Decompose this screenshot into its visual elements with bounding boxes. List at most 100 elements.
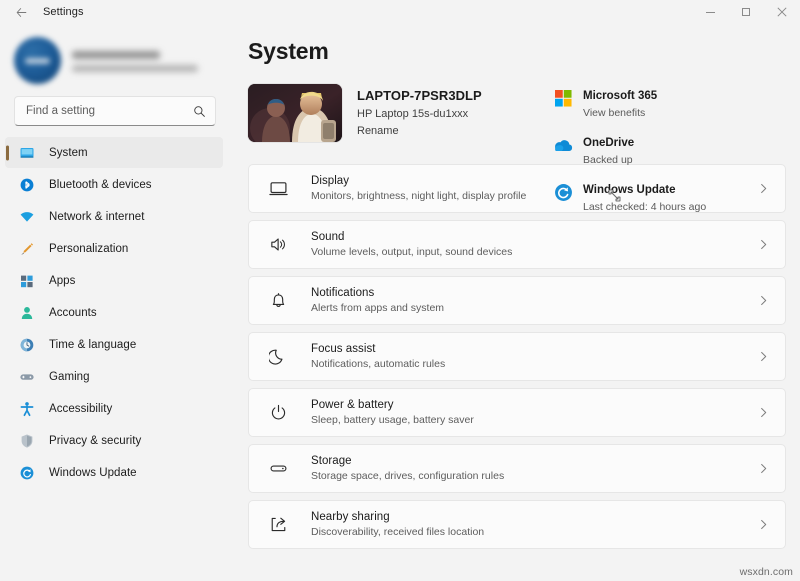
monitor-icon [18,144,35,161]
refresh-circle-icon [18,464,35,481]
service-title: OneDrive [583,137,634,149]
sidebar-item-privacy-security[interactable]: Privacy & security [5,425,223,456]
card-title: Storage [311,455,758,467]
window-body: System Bluetooth & devices [0,24,800,581]
chevron-right-icon [758,183,769,194]
settings-card-nearby-sharing[interactable]: Nearby sharing Discoverability, received… [248,500,786,549]
sidebar-item-label: Windows Update [49,467,137,479]
gamepad-icon [18,368,35,385]
card-sub: Sleep, battery usage, battery saver [311,414,758,426]
wifi-icon [18,208,35,225]
device-hero: LAPTOP-7PSR3DLP HP Laptop 15s-du1xxx Ren… [248,84,786,162]
sidebar-item-label: Privacy & security [49,435,141,447]
device-meta: LAPTOP-7PSR3DLP HP Laptop 15s-du1xxx Ren… [357,84,482,162]
sidebar-item-label: Accounts [49,307,97,319]
user-profile[interactable] [0,28,230,94]
window-controls [692,0,800,24]
service-sub: Backed up [583,154,634,166]
maximize-icon [742,8,750,16]
arrow-left-icon [15,6,28,19]
service-title: Microsoft 365 [583,90,657,102]
sidebar-item-label: Personalization [49,243,128,255]
card-text: Nearby sharing Discoverability, received… [311,511,758,538]
search-input[interactable] [26,105,193,117]
power-icon [267,402,289,424]
search-box[interactable] [14,96,216,126]
back-button[interactable] [6,1,36,23]
sidebar-item-label: Network & internet [49,211,145,223]
sidebar-item-system[interactable]: System [5,137,223,168]
sidebar-item-gaming[interactable]: Gaming [5,361,223,392]
sidebar-item-time-language[interactable]: Time & language [5,329,223,360]
card-sub: Discoverability, received files location [311,526,758,538]
sidebar-item-personalization[interactable]: Personalization [5,233,223,264]
service-microsoft-365[interactable]: Microsoft 365 View benefits [552,86,680,119]
chevron-right-icon [758,295,769,306]
rename-link[interactable]: Rename [357,125,482,137]
search-icon [193,105,206,118]
card-title: Nearby sharing [311,511,758,523]
sidebar-item-accessibility[interactable]: Accessibility [5,393,223,424]
close-icon [777,7,787,17]
device-thumbnail [248,84,342,142]
card-text: Display Monitors, brightness, night ligh… [311,175,758,202]
card-text: Notifications Alerts from apps and syste… [311,287,758,314]
speaker-icon [267,234,289,256]
onedrive-cloud-icon [552,134,574,156]
sidebar-item-label: Accessibility [49,403,112,415]
card-title: Focus assist [311,343,758,355]
card-text: Power & battery Sleep, battery usage, ba… [311,399,758,426]
monitor-icon [267,178,289,200]
settings-card-storage[interactable]: Storage Storage space, drives, configura… [248,444,786,493]
device-model: HP Laptop 15s-du1xxx [357,108,482,120]
chevron-right-icon [758,351,769,362]
settings-card-focus-assist[interactable]: Focus assist Notifications, automatic ru… [248,332,786,381]
share-icon [267,514,289,536]
card-sub: Storage space, drives, configuration rul… [311,470,758,482]
sidebar-item-label: Apps [49,275,75,287]
settings-card-notifications[interactable]: Notifications Alerts from apps and syste… [248,276,786,325]
sidebar-item-network-internet[interactable]: Network & internet [5,201,223,232]
card-title: Power & battery [311,399,758,411]
service-tiles: Microsoft 365 View benefits OneDr [548,84,792,162]
bell-icon [267,290,289,312]
sidebar-item-bluetooth-devices[interactable]: Bluetooth & devices [5,169,223,200]
title-bar: Settings [0,0,800,24]
settings-card-list: Display Monitors, brightness, night ligh… [248,164,786,549]
apps-grid-icon [18,272,35,289]
settings-card-power-battery[interactable]: Power & battery Sleep, battery usage, ba… [248,388,786,437]
chevron-right-icon [758,239,769,250]
sidebar-item-apps[interactable]: Apps [5,265,223,296]
window-title: Settings [43,6,84,18]
profile-text [72,49,216,72]
watermark: wsxdn.com [740,566,793,578]
sidebar-item-label: Bluetooth & devices [49,179,152,191]
card-sub: Monitors, brightness, night light, displ… [311,190,758,202]
device-info: LAPTOP-7PSR3DLP HP Laptop 15s-du1xxx Ren… [248,84,548,162]
moon-icon [267,346,289,368]
card-text: Sound Volume levels, output, input, soun… [311,231,758,258]
avatar [14,37,61,84]
sidebar-item-accounts[interactable]: Accounts [5,297,223,328]
card-sub: Notifications, automatic rules [311,358,758,370]
sidebar-item-windows-update[interactable]: Windows Update [5,457,223,488]
maximize-button[interactable] [728,0,764,24]
card-title: Sound [311,231,758,243]
chevron-right-icon [758,519,769,530]
wallpaper-art [248,84,342,142]
page-title: System [248,38,786,65]
sidebar-nav: System Bluetooth & devices [0,137,230,489]
microsoft-logo-icon [552,87,574,109]
person-icon [18,304,35,321]
service-sub: View benefits [583,107,657,119]
bluetooth-icon [18,176,35,193]
card-title: Notifications [311,287,758,299]
chevron-right-icon [758,463,769,474]
close-button[interactable] [764,0,800,24]
accessibility-person-icon [18,400,35,417]
minimize-button[interactable] [692,0,728,24]
service-onedrive[interactable]: OneDrive Backed up [552,133,680,166]
shield-icon [18,432,35,449]
card-text: Storage Storage space, drives, configura… [311,455,758,482]
settings-card-sound[interactable]: Sound Volume levels, output, input, soun… [248,220,786,269]
